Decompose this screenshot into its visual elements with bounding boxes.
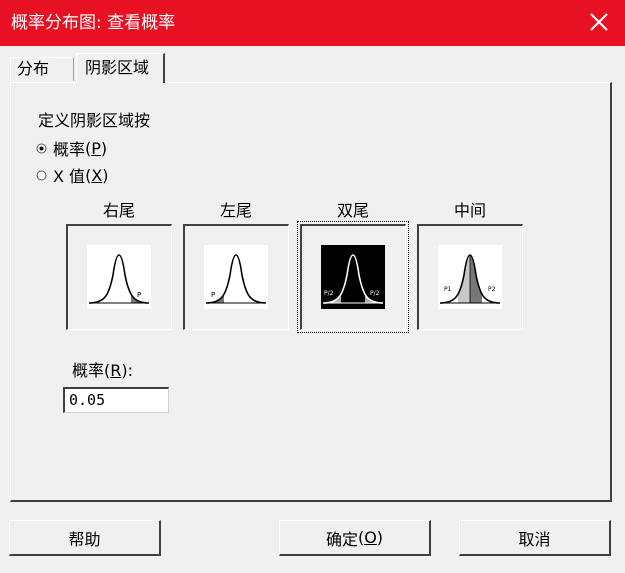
left-tail-p-text: P bbox=[211, 291, 215, 299]
right-tail-p-text: P bbox=[137, 291, 141, 299]
tab-distribution[interactable]: 分布 bbox=[10, 57, 74, 81]
option-two-tail[interactable]: P/2 P/2 bbox=[297, 221, 409, 333]
help-button[interactable]: 帮助 bbox=[9, 520, 161, 556]
shade-heading: 定义阴影区域按 bbox=[38, 111, 151, 130]
radio-selected-icon bbox=[36, 143, 47, 153]
probability-key: R bbox=[110, 361, 122, 380]
ok-button-key: O bbox=[364, 528, 377, 547]
option-right-tail-label: 右尾 bbox=[102, 201, 135, 220]
option-left-tail[interactable]: P bbox=[183, 224, 289, 330]
tab-shaded-area[interactable]: 阴影区域 bbox=[76, 53, 165, 83]
probability-input[interactable]: 0.05 bbox=[63, 387, 169, 413]
middle-p2-text: P2 bbox=[488, 286, 496, 293]
radio-probability[interactable]: 概率(P) bbox=[36, 137, 107, 159]
radio-xvalue-label: X 值 bbox=[53, 167, 86, 186]
help-button-label: 帮助 bbox=[68, 529, 101, 549]
radio-probability-key: P bbox=[91, 138, 101, 158]
middle-p1-text: P1 bbox=[444, 286, 452, 293]
tab-shaded-area-label: 阴影区域 bbox=[85, 58, 150, 77]
cancel-button[interactable]: 取消 bbox=[459, 520, 611, 556]
ok-button[interactable]: 确定(O) bbox=[279, 520, 431, 556]
radio-unselected-icon bbox=[36, 170, 47, 180]
option-middle[interactable]: P1 P2 bbox=[417, 224, 523, 330]
window-title: 概率分布图: 查看概率 bbox=[11, 13, 176, 33]
two-tail-curve-icon: P/2 P/2 bbox=[321, 245, 385, 309]
close-button[interactable] bbox=[587, 10, 611, 34]
left-tail-curve-icon: P bbox=[204, 245, 268, 309]
option-middle-label: 中间 bbox=[453, 201, 486, 220]
cancel-button-label: 取消 bbox=[518, 529, 551, 549]
ok-button-label: 确定 bbox=[325, 529, 358, 549]
radio-probability-label: 概率 bbox=[53, 140, 86, 159]
probability-label: 概率(R): bbox=[72, 361, 134, 380]
radio-xvalue[interactable]: X 值(X) bbox=[36, 164, 109, 186]
two-tail-left-text: P/2 bbox=[324, 290, 334, 297]
middle-curve-icon: P1 P2 bbox=[438, 245, 502, 309]
right-tail-curve-icon: P bbox=[87, 245, 151, 309]
tab-distribution-label: 分布 bbox=[17, 59, 50, 78]
probability-label-text: 概率 bbox=[72, 361, 105, 380]
two-tail-right-text: P/2 bbox=[370, 290, 380, 297]
option-two-tail-label: 双尾 bbox=[336, 201, 369, 220]
radio-xvalue-key: X bbox=[91, 165, 103, 185]
title-bar: 概率分布图: 查看概率 bbox=[0, 0, 625, 46]
option-left-tail-label: 左尾 bbox=[219, 201, 252, 220]
probability-suffix: : bbox=[127, 361, 134, 380]
close-icon bbox=[590, 13, 608, 31]
option-right-tail[interactable]: P bbox=[66, 224, 172, 330]
